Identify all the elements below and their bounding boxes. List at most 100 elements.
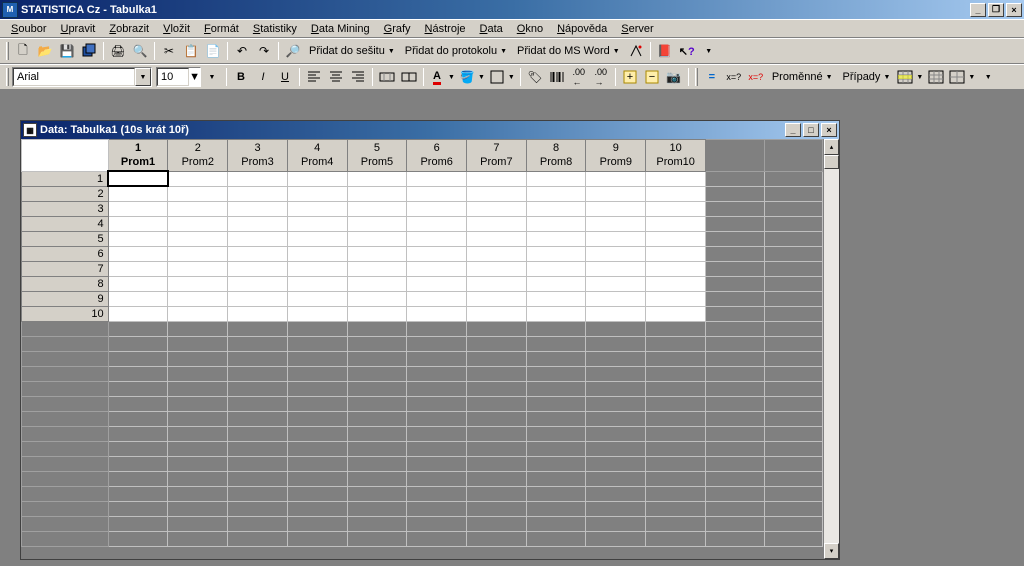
- equals-button[interactable]: =: [701, 66, 723, 88]
- column-header-Prom5[interactable]: 5Prom5: [347, 140, 407, 172]
- font-size-dropdown[interactable]: ▼: [201, 66, 223, 88]
- cell-r10-c9[interactable]: [586, 306, 646, 321]
- cell-r3-c1[interactable]: [108, 201, 168, 216]
- cell-r10-c4[interactable]: [287, 306, 347, 321]
- cell-r10-c3[interactable]: [228, 306, 288, 321]
- cut-button[interactable]: ✂: [158, 40, 180, 62]
- cell-r8-c4[interactable]: [287, 276, 347, 291]
- row-header-10[interactable]: 10: [22, 306, 109, 321]
- cell-r4-c1[interactable]: [108, 216, 168, 231]
- cell-r9-c4[interactable]: [287, 291, 347, 306]
- save-button[interactable]: 💾: [56, 40, 78, 62]
- cell-r3-c2[interactable]: [168, 201, 228, 216]
- cell-r2-c7[interactable]: [467, 186, 527, 201]
- cell-r1-c6[interactable]: [407, 171, 467, 186]
- open-button[interactable]: 📂: [34, 40, 56, 62]
- print-button[interactable]: 🖨: [107, 40, 129, 62]
- row-header-6[interactable]: 6: [22, 246, 109, 261]
- cell-r3-c4[interactable]: [287, 201, 347, 216]
- cell-r8-c7[interactable]: [467, 276, 527, 291]
- cell-r5-c1[interactable]: [108, 231, 168, 246]
- column-header-Prom6[interactable]: 6Prom6: [407, 140, 467, 172]
- new-button[interactable]: 🗋: [12, 40, 34, 62]
- toolbar2-options-button[interactable]: ▼: [977, 66, 999, 88]
- column-header-Prom10[interactable]: 10Prom10: [646, 140, 706, 172]
- row-header-9[interactable]: 9: [22, 291, 109, 306]
- menu-grafy[interactable]: Grafy: [377, 21, 418, 37]
- zoom-in-button[interactable]: +: [619, 66, 641, 88]
- merge-button[interactable]: [376, 66, 398, 88]
- scroll-down-button[interactable]: ▾: [824, 543, 839, 559]
- cell-r3-c5[interactable]: [347, 201, 407, 216]
- cell-r9-c3[interactable]: [228, 291, 288, 306]
- cell-r5-c5[interactable]: [347, 231, 407, 246]
- cell-r3-c3[interactable]: [228, 201, 288, 216]
- weight-button[interactable]: [925, 66, 947, 88]
- fill-color-dropdown[interactable]: 🪣▼: [457, 66, 487, 88]
- border-dropdown[interactable]: ▼: [487, 66, 517, 88]
- column-header-Prom3[interactable]: 3Prom3: [228, 140, 288, 172]
- child-minimize-button[interactable]: _: [785, 123, 801, 137]
- cell-r2-c9[interactable]: [586, 186, 646, 201]
- cell-r10-c5[interactable]: [347, 306, 407, 321]
- add-to-word-dropdown[interactable]: Přidat do MS Word▼: [512, 40, 625, 62]
- cell-r2-c8[interactable]: [526, 186, 586, 201]
- cell-r7-c5[interactable]: [347, 261, 407, 276]
- menu-statistiky[interactable]: Statistiky: [246, 21, 304, 37]
- close-button[interactable]: ×: [1006, 3, 1022, 17]
- cell-r7-c4[interactable]: [287, 261, 347, 276]
- align-left-button[interactable]: [303, 66, 325, 88]
- cell-r6-c6[interactable]: [407, 246, 467, 261]
- cell-r1-c5[interactable]: [347, 171, 407, 186]
- chevron-down-icon[interactable]: ▼: [189, 71, 200, 83]
- cell-r6-c9[interactable]: [586, 246, 646, 261]
- cell-r6-c8[interactable]: [526, 246, 586, 261]
- italic-button[interactable]: I: [252, 66, 274, 88]
- menu-vložit[interactable]: Vložit: [156, 21, 197, 37]
- align-center-button[interactable]: [325, 66, 347, 88]
- vertical-scrollbar[interactable]: ▴ ▾: [823, 139, 839, 559]
- cell-r5-c3[interactable]: [228, 231, 288, 246]
- cell-r4-c3[interactable]: [228, 216, 288, 231]
- menu-okno[interactable]: Okno: [510, 21, 550, 37]
- menu-soubor[interactable]: Soubor: [4, 21, 53, 37]
- column-header-Prom7[interactable]: 7Prom7: [467, 140, 527, 172]
- cell-r8-c3[interactable]: [228, 276, 288, 291]
- cell-r8-c1[interactable]: [108, 276, 168, 291]
- underline-button[interactable]: U: [274, 66, 296, 88]
- font-name-select[interactable]: Arial ▼: [12, 67, 152, 87]
- cell-r2-c5[interactable]: [347, 186, 407, 201]
- cell-r1-c3[interactable]: [228, 171, 288, 186]
- child-close-button[interactable]: ×: [821, 123, 837, 137]
- child-maximize-button[interactable]: □: [803, 123, 819, 137]
- cell-r9-c10[interactable]: [646, 291, 706, 306]
- cell-r10-c6[interactable]: [407, 306, 467, 321]
- split-button[interactable]: [398, 66, 420, 88]
- cell-r5-c6[interactable]: [407, 231, 467, 246]
- scroll-thumb[interactable]: [824, 155, 839, 169]
- print-preview-button[interactable]: 🔍: [129, 40, 151, 62]
- cases-dropdown[interactable]: Případy▼: [838, 66, 896, 88]
- undo-button[interactable]: ↶: [231, 40, 253, 62]
- cell-r4-c4[interactable]: [287, 216, 347, 231]
- cell-r7-c10[interactable]: [646, 261, 706, 276]
- align-right-button[interactable]: [347, 66, 369, 88]
- cell-r6-c3[interactable]: [228, 246, 288, 261]
- menu-data-mining[interactable]: Data Mining: [304, 21, 377, 37]
- cell-r7-c8[interactable]: [526, 261, 586, 276]
- cell-r1-c2[interactable]: [168, 171, 228, 186]
- marker-button[interactable]: 🏷: [524, 66, 546, 88]
- cell-r4-c7[interactable]: [467, 216, 527, 231]
- cell-r4-c10[interactable]: [646, 216, 706, 231]
- toolbar-grip[interactable]: [695, 68, 698, 86]
- cell-r9-c6[interactable]: [407, 291, 467, 306]
- cell-r7-c1[interactable]: [108, 261, 168, 276]
- menu-server[interactable]: Server: [614, 21, 660, 37]
- cell-r10-c8[interactable]: [526, 306, 586, 321]
- data-window-titlebar[interactable]: ▦ Data: Tabulka1 (10s krát 10ř) _ □ ×: [21, 121, 839, 139]
- cell-r7-c7[interactable]: [467, 261, 527, 276]
- spreadsheet-grid[interactable]: 1Prom12Prom23Prom34Prom45Prom56Prom67Pro…: [21, 139, 823, 559]
- add-to-protocol-dropdown[interactable]: Přidat do protokolu▼: [400, 40, 512, 62]
- cell-r5-c10[interactable]: [646, 231, 706, 246]
- cell-r4-c9[interactable]: [586, 216, 646, 231]
